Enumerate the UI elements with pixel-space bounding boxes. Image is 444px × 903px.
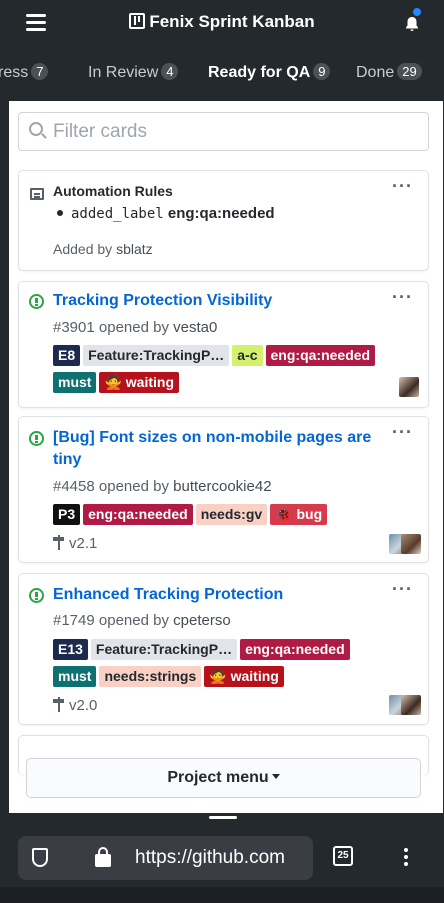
- caret-down-icon: [271, 774, 280, 779]
- issue-title[interactable]: Tracking Protection Visibility: [53, 290, 272, 312]
- note-rule: added_label eng:qa:needed: [57, 205, 275, 222]
- issue-number: #1749: [53, 612, 95, 629]
- card-options-button[interactable]: ···: [392, 422, 413, 443]
- url-text[interactable]: https://github.com: [135, 847, 313, 869]
- tab-label: In Review: [88, 64, 159, 81]
- milestone-icon: [53, 697, 65, 712]
- label[interactable]: Feature:TrackingP…: [83, 345, 230, 366]
- tab-ready-for-qa[interactable]: Ready for QA 9: [208, 63, 331, 82]
- card-options-button[interactable]: ···: [392, 176, 413, 197]
- milestone-icon: [53, 535, 65, 550]
- issue-meta: #1749 opened by cpeterso: [53, 612, 231, 629]
- label[interactable]: needs:gv: [195, 504, 268, 525]
- tab-done[interactable]: Done 29: [356, 63, 422, 82]
- issue-title[interactable]: Enhanced Tracking Protection: [53, 584, 283, 606]
- label[interactable]: eng:qa:needed: [83, 504, 193, 525]
- issue-number: #4458: [53, 478, 95, 495]
- label-row: P3 eng:qa:needed needs:gv 🐞 bug: [53, 504, 330, 525]
- rule-key: added_label: [71, 206, 164, 222]
- rule-value: eng:qa:needed: [167, 205, 275, 222]
- issue-card[interactable]: ··· [Bug] Font sizes on non-mobile pages…: [18, 416, 429, 563]
- milestone[interactable]: v2.1: [53, 535, 97, 552]
- project-icon: [129, 13, 146, 29]
- label-row: must needs:strings 🙅 waiting: [53, 666, 287, 687]
- card-options-button[interactable]: ···: [392, 579, 413, 600]
- label[interactable]: must: [53, 666, 97, 687]
- issue-card[interactable]: ··· Tracking Protection Visibility #3901…: [18, 281, 429, 408]
- shield-icon[interactable]: [32, 848, 48, 867]
- notifications-bell-icon[interactable]: [404, 7, 422, 32]
- issue-title[interactable]: [Bug] Font sizes on non-mobile pages are…: [53, 427, 393, 471]
- label[interactable]: Feature:TrackingP…: [90, 639, 238, 660]
- system-bottom-strip: [0, 887, 444, 903]
- bullet: [57, 210, 63, 216]
- open-issue-icon: [29, 431, 44, 446]
- label[interactable]: P3: [53, 504, 81, 525]
- tab-label: ress: [0, 64, 29, 81]
- label[interactable]: a-c: [232, 345, 263, 366]
- card-options-button[interactable]: ···: [392, 287, 413, 308]
- opened-by-text: opened by: [98, 478, 169, 495]
- top-bar: Fenix Sprint Kanban: [0, 0, 444, 48]
- column-tabs: ress 7 In Review 4 Ready for QA 9 Done 29: [0, 50, 444, 96]
- assignee-avatar[interactable]: [401, 534, 421, 554]
- issue-meta: #4458 opened by buttercookie42: [53, 478, 272, 495]
- tab-in-progress[interactable]: ress 7: [0, 63, 49, 82]
- opened-by-text: opened by: [98, 319, 169, 336]
- lock-icon: [95, 847, 111, 867]
- column-panel: Automation Rules ··· added_label eng:qa:…: [9, 101, 443, 813]
- milestone-label: v2.0: [69, 697, 98, 714]
- label[interactable]: E8: [53, 345, 81, 366]
- label[interactable]: eng:qa:needed: [265, 345, 376, 366]
- issue-number: #3901: [53, 319, 95, 336]
- milestone[interactable]: v2.0: [53, 697, 97, 714]
- tab-label: Done: [356, 64, 395, 81]
- assignee-avatar[interactable]: [399, 377, 419, 397]
- tab-count: 29: [397, 63, 422, 80]
- note-title: Automation Rules: [53, 183, 173, 199]
- tab-label: Ready for QA: [208, 64, 311, 81]
- tab-in-review[interactable]: In Review 4: [88, 63, 179, 82]
- page-title: Fenix Sprint Kanban: [0, 12, 444, 32]
- label[interactable]: must: [53, 372, 97, 393]
- tab-switcher-button[interactable]: 25: [333, 846, 353, 866]
- label[interactable]: E13: [53, 639, 88, 660]
- added-by-prefix: Added by: [53, 241, 113, 257]
- project-menu-label: Project menu: [167, 769, 269, 786]
- page-title-text: Fenix Sprint Kanban: [149, 12, 315, 31]
- milestone-label: v2.1: [69, 535, 98, 552]
- label[interactable]: 🐞 bug: [270, 504, 328, 525]
- issue-meta: #3901 opened by vesta0: [53, 319, 217, 336]
- label-row: E13 Feature:TrackingP… eng:qa:needed: [53, 639, 353, 660]
- filter-cards-input[interactable]: [53, 118, 413, 146]
- label[interactable]: 🙅 waiting: [204, 666, 284, 687]
- note-card[interactable]: Automation Rules ··· added_label eng:qa:…: [18, 170, 429, 271]
- label-row: E8 Feature:TrackingP… a-c eng:qa:needed: [53, 345, 378, 366]
- project-menu-button[interactable]: Project menu: [26, 758, 421, 798]
- label[interactable]: needs:strings: [99, 666, 202, 687]
- open-issue-icon: [29, 294, 44, 309]
- sheet-handle[interactable]: [209, 816, 237, 819]
- filter-box: [18, 112, 429, 151]
- tab-count: 9: [313, 63, 331, 80]
- assignee-avatar[interactable]: [401, 695, 421, 715]
- label[interactable]: 🙅 waiting: [99, 372, 179, 393]
- notification-dot: [412, 7, 422, 17]
- tab-count: 7: [31, 63, 49, 80]
- open-issue-icon: [29, 588, 44, 603]
- note-icon: [30, 188, 44, 200]
- issue-author[interactable]: buttercookie42: [173, 478, 271, 495]
- issue-card[interactable]: ··· Enhanced Tracking Protection #1749 o…: [18, 573, 429, 725]
- note-added-by: Added by sblatz: [53, 241, 153, 257]
- label[interactable]: eng:qa:needed: [240, 639, 350, 660]
- label-row: must 🙅 waiting: [53, 372, 182, 393]
- tab-count: 4: [161, 63, 179, 80]
- url-bar[interactable]: https://github.com: [18, 836, 313, 880]
- issue-author[interactable]: vesta0: [173, 319, 217, 336]
- search-icon: [29, 122, 43, 136]
- issue-author[interactable]: cpeterso: [173, 612, 231, 629]
- more-options-icon[interactable]: [404, 848, 408, 868]
- opened-by-text: opened by: [98, 612, 169, 629]
- added-by-user[interactable]: sblatz: [116, 241, 153, 257]
